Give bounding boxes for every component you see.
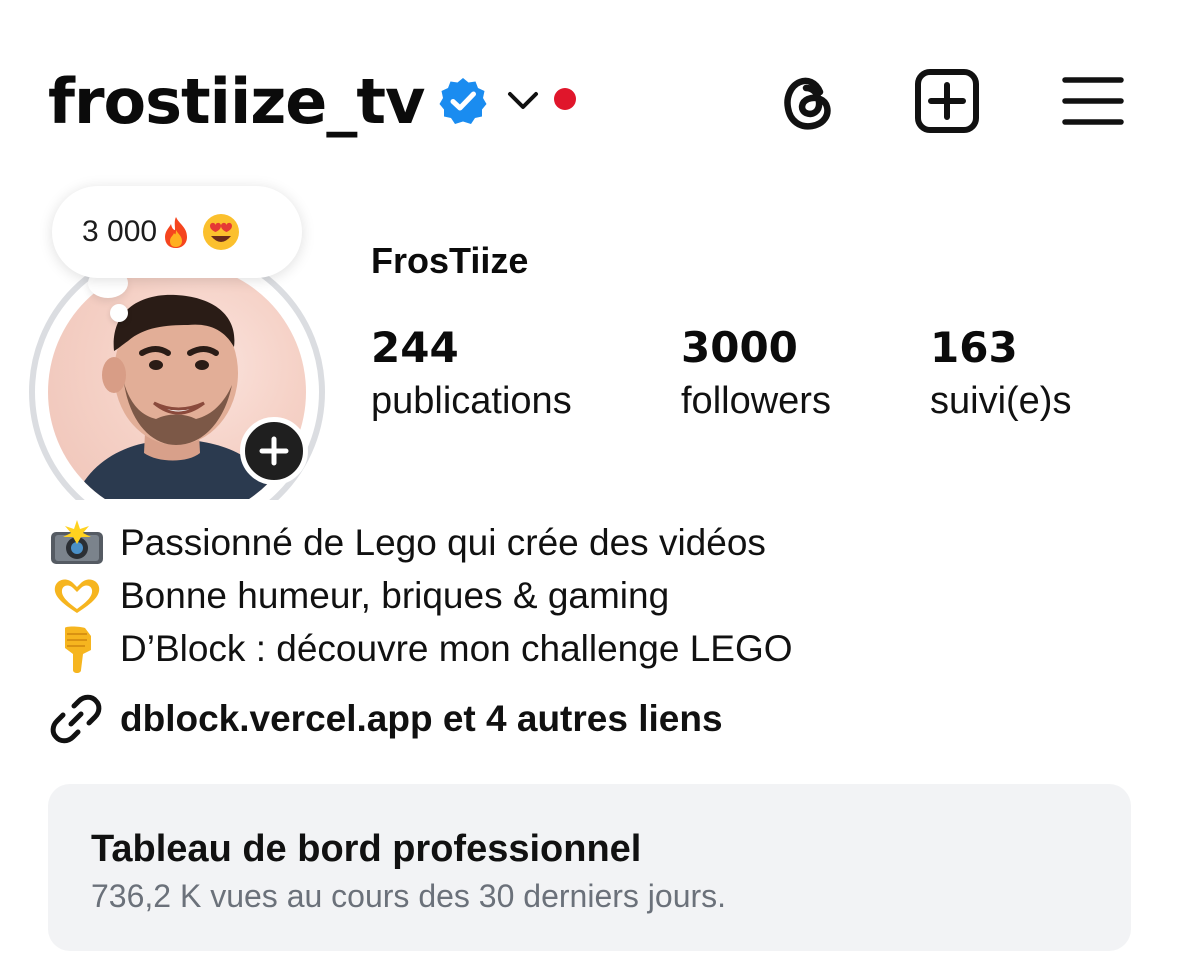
stat-publications[interactable]: 244 publications: [371, 322, 572, 428]
stat-label: publications: [371, 380, 572, 422]
profile-header: frostiize_tv: [48, 60, 1138, 140]
stat-following[interactable]: 163 suivi(e)s: [930, 322, 1071, 428]
menu-button[interactable]: [1060, 68, 1126, 134]
link-icon: [48, 691, 104, 747]
heart-eyes-emoji: [203, 214, 240, 250]
threads-button[interactable]: [774, 68, 840, 134]
verified-badge-icon: [439, 78, 487, 124]
stat-label: followers: [681, 380, 831, 422]
bio-text: Bonne humeur, briques & gaming: [120, 574, 670, 616]
profile-page: frostiize_tv 3 000 FrosTiize 244 publica…: [0, 0, 1179, 974]
fire-emoji: [165, 217, 188, 248]
note-bubble[interactable]: 3 000: [52, 186, 302, 278]
username-switcher[interactable]: frostiize_tv: [48, 62, 425, 142]
bio-text: D’Block : découvre mon challenge LEGO: [120, 627, 793, 669]
stat-label: suivi(e)s: [930, 380, 1072, 422]
bio-line: D’Block : découvre mon challenge LEGO: [48, 622, 793, 675]
note-text: 3 000: [82, 215, 158, 248]
pointing-down-emoji: [48, 625, 106, 673]
chevron-down-icon[interactable]: [506, 86, 540, 114]
dashboard-title: Tableau de bord professionnel: [91, 828, 642, 870]
professional-dashboard-card[interactable]: Tableau de bord professionnel 736,2 K vu…: [48, 784, 1131, 951]
menu-icon: [1062, 77, 1124, 125]
stat-value: 244: [371, 323, 459, 372]
bio-line: Passionné de Lego qui crée des vidéos: [48, 516, 793, 569]
plus-icon: [259, 436, 289, 466]
create-post-icon: [915, 69, 979, 133]
create-post-button[interactable]: [914, 68, 980, 134]
display-name: FrosTiize: [371, 240, 529, 281]
external-links[interactable]: dblock.vercel.app et 4 autres liens: [48, 692, 723, 746]
camera-flash-emoji: [48, 519, 106, 567]
bio: Passionné de Lego qui crée des vidéos Bo…: [48, 516, 793, 675]
note-bubble-tail-dot: [110, 304, 128, 322]
threads-icon: [784, 77, 831, 130]
heart-hands-emoji: [48, 572, 106, 620]
dashboard-subtitle: 736,2 K vues au cours des 30 derniers jo…: [91, 878, 727, 914]
bio-line: Bonne humeur, briques & gaming: [48, 569, 793, 622]
stat-value: 163: [930, 323, 1018, 372]
stat-value: 3000: [681, 323, 798, 372]
stat-followers[interactable]: 3000 followers: [681, 322, 831, 428]
add-story-button[interactable]: [240, 417, 308, 485]
link-text[interactable]: dblock.vercel.app et 4 autres liens: [120, 698, 723, 740]
bio-text: Passionné de Lego qui crée des vidéos: [120, 521, 766, 563]
notification-dot: [554, 88, 576, 110]
